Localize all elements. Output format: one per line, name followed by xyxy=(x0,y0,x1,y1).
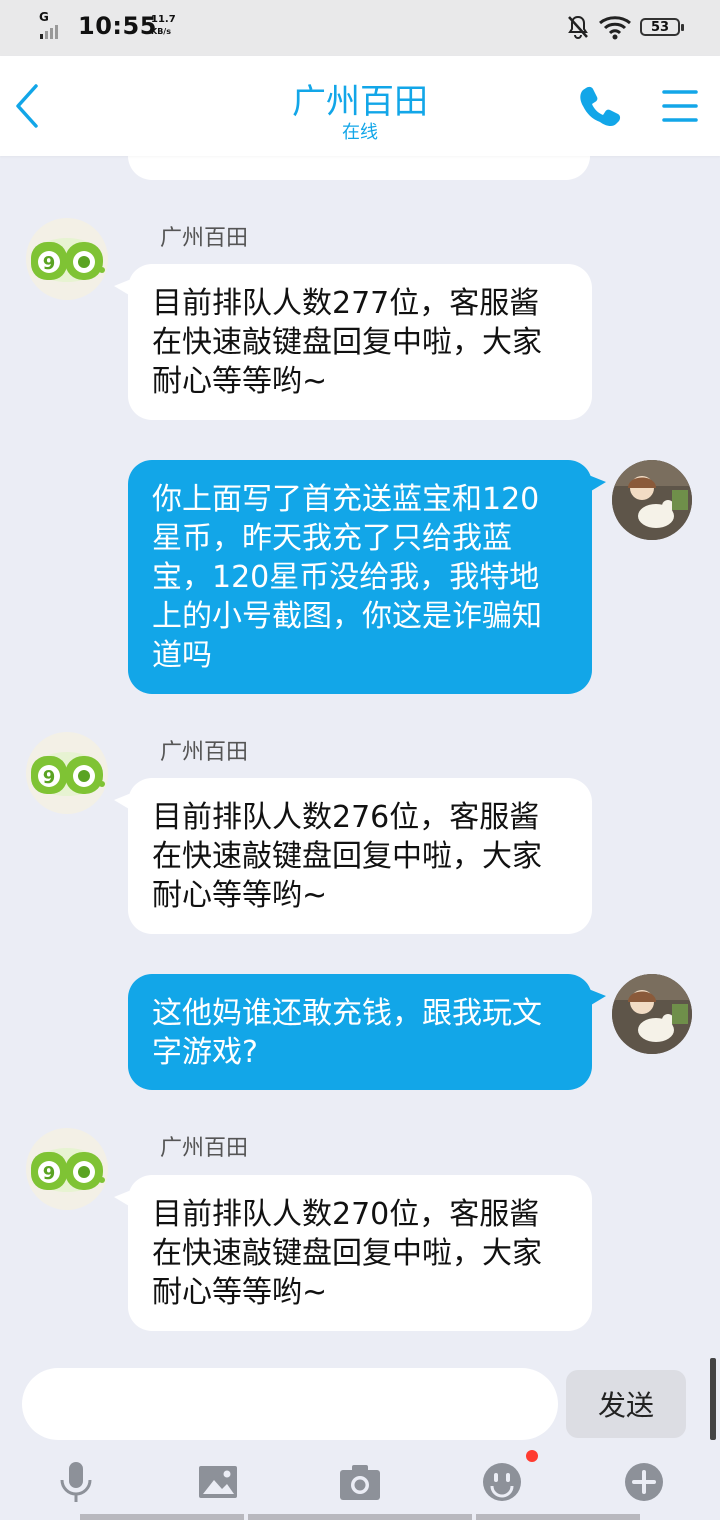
outgoing-message[interactable]: 这他妈谁还敢充钱，跟我玩文字游戏? xyxy=(128,974,606,1090)
sender-name: 广州百田 xyxy=(160,226,249,251)
outgoing-message[interactable]: 你上面写了首充送蓝宝和120星币，昨天我充了只给我蓝宝，120星币没给我，我特地… xyxy=(128,460,606,694)
sender-name: 广州百田 xyxy=(160,740,249,765)
chat-header: 广州百田 在线 xyxy=(0,56,720,156)
plus-icon[interactable] xyxy=(620,1458,668,1506)
mic-icon[interactable] xyxy=(52,1458,100,1506)
incoming-message[interactable]: 目前排队人数277位，客服酱在快速敲键盘回复中啦，大家耐心等等哟~ xyxy=(114,264,592,420)
bot-avatar[interactable]: 9 xyxy=(26,218,108,300)
message-input[interactable] xyxy=(22,1368,558,1440)
notification-dot xyxy=(526,1450,538,1462)
bot-avatar[interactable]: 9 xyxy=(26,1128,108,1210)
nav-hint-bar xyxy=(476,1514,640,1520)
phone-icon[interactable] xyxy=(576,82,624,130)
send-button[interactable]: 发送 xyxy=(566,1370,686,1438)
scrollbar[interactable] xyxy=(710,1358,716,1440)
bot-logo-icon: 9 xyxy=(31,1148,105,1192)
svg-text:9: 9 xyxy=(43,1163,56,1184)
incoming-message[interactable]: 目前排队人数270位，客服酱在快速敲键盘回复中啦，大家耐心等等哟~ xyxy=(114,1175,592,1331)
menu-icon[interactable] xyxy=(660,86,700,126)
image-icon[interactable] xyxy=(194,1458,242,1506)
nav-hint-bar xyxy=(248,1514,472,1520)
composer: 发送 xyxy=(0,1360,720,1450)
camera-icon[interactable] xyxy=(336,1458,384,1506)
message-list[interactable]: 广州百田 9 目前排队人数277位，客服酱在快速敲键盘回复中啦，大家耐心等等哟~… xyxy=(0,0,720,1360)
user-avatar-image xyxy=(612,460,692,540)
bot-logo-icon: 9 xyxy=(31,752,105,796)
emoji-icon[interactable] xyxy=(478,1458,526,1506)
svg-text:9: 9 xyxy=(43,253,56,274)
incoming-message[interactable]: 目前排队人数276位，客服酱在快速敲键盘回复中啦，大家耐心等等哟~ xyxy=(114,778,592,934)
user-avatar-image xyxy=(612,974,692,1054)
user-avatar[interactable] xyxy=(612,974,692,1054)
bot-logo-icon: 9 xyxy=(31,238,105,282)
svg-text:9: 9 xyxy=(43,767,56,788)
bot-avatar[interactable]: 9 xyxy=(26,732,108,814)
nav-hint-bar xyxy=(80,1514,244,1520)
sender-name: 广州百田 xyxy=(160,1136,249,1161)
input-toolbar xyxy=(0,1450,720,1520)
user-avatar[interactable] xyxy=(612,460,692,540)
